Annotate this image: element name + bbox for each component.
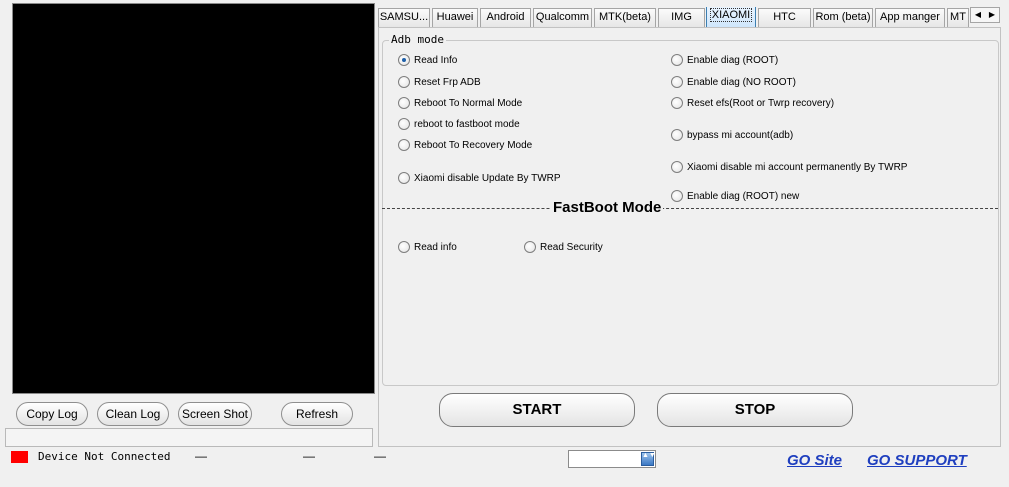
tab-app-manager[interactable]: App manger	[875, 8, 945, 27]
radio-enable-diag-root-new[interactable]: Enable diag (ROOT) new	[671, 189, 799, 203]
radio-enable-diag-no-root[interactable]: Enable diag (NO ROOT)	[671, 75, 796, 89]
tab-xiaomi[interactable]: XIAOMI	[706, 7, 756, 27]
radio-icon	[671, 190, 683, 202]
radio-icon	[671, 54, 683, 66]
radio-icon	[671, 97, 683, 109]
connection-status-led	[11, 451, 28, 463]
radio-icon	[671, 76, 683, 88]
port-select[interactable]: ▲▼	[568, 450, 656, 468]
screen-shot-button[interactable]: Screen Shot	[178, 402, 252, 426]
radio-disable-mi-account-twrp[interactable]: Xiaomi disable mi account permanently By…	[671, 160, 907, 174]
radio-icon	[398, 241, 410, 253]
clean-log-button[interactable]: Clean Log	[97, 402, 169, 426]
start-button[interactable]: START	[439, 393, 635, 427]
radio-reboot-recovery[interactable]: Reboot To Recovery Mode	[398, 138, 532, 152]
radio-fastboot-read-security[interactable]: Read Security	[524, 240, 603, 254]
status-separator: —	[195, 449, 207, 463]
tab-mtk[interactable]: MTK(beta)	[594, 8, 656, 27]
adb-mode-legend: Adb mode	[389, 33, 446, 46]
radio-icon	[671, 129, 683, 141]
go-site-link[interactable]: GO Site	[787, 452, 842, 469]
spinner-arrows-icon[interactable]: ▲▼	[641, 452, 656, 466]
radio-icon	[398, 118, 410, 130]
radio-enable-diag-root[interactable]: Enable diag (ROOT)	[671, 53, 778, 67]
radio-read-info[interactable]: Read Info	[398, 53, 457, 67]
log-output-area[interactable]	[12, 3, 375, 394]
copy-log-button[interactable]: Copy Log	[16, 402, 88, 426]
stop-button[interactable]: STOP	[657, 393, 853, 427]
tab-scroll-buttons[interactable]: ◀ ▶	[970, 7, 1000, 23]
radio-fastboot-read-info[interactable]: Read info	[398, 240, 457, 254]
go-support-link[interactable]: GO SUPPORT	[867, 452, 967, 469]
radio-icon	[398, 97, 410, 109]
radio-icon	[398, 76, 410, 88]
status-field	[5, 428, 373, 447]
status-separator: —	[303, 449, 315, 463]
radio-icon	[398, 139, 410, 151]
radio-disable-update-twrp[interactable]: Xiaomi disable Update By TWRP	[398, 171, 561, 185]
tab-qualcomm[interactable]: Qualcomm	[533, 8, 592, 27]
radio-reboot-fastboot[interactable]: reboot to fastboot mode	[398, 117, 520, 131]
fastboot-mode-title: FastBoot Mode	[551, 199, 664, 216]
tab-htc[interactable]: HTC	[758, 8, 811, 27]
tab-android[interactable]: Android	[480, 8, 531, 27]
refresh-button[interactable]: Refresh	[281, 402, 353, 426]
chevron-right-icon[interactable]: ▶	[985, 8, 999, 22]
radio-icon	[398, 172, 410, 184]
radio-reset-frp-adb[interactable]: Reset Frp ADB	[398, 75, 481, 89]
tab-img[interactable]: IMG	[658, 8, 705, 27]
brand-tab-strip: SAMSU... Huawei Android Qualcomm MTK(bet…	[378, 7, 1000, 27]
tab-huawei[interactable]: Huawei	[432, 8, 478, 27]
connection-status-text: Device Not Connected	[38, 450, 171, 463]
radio-bypass-mi-account[interactable]: bypass mi account(adb)	[671, 128, 793, 142]
fastboot-divider	[382, 208, 998, 209]
radio-reset-efs[interactable]: Reset efs(Root or Twrp recovery)	[671, 96, 834, 110]
radio-icon	[524, 241, 536, 253]
radio-icon	[671, 161, 683, 173]
chevron-left-icon[interactable]: ◀	[971, 8, 985, 22]
tab-samsung[interactable]: SAMSU...	[378, 8, 430, 27]
status-separator: —	[374, 449, 386, 463]
radio-checked-icon	[398, 54, 410, 66]
tab-mt[interactable]: MT	[947, 8, 969, 27]
adb-mode-group	[382, 40, 999, 386]
radio-reboot-normal[interactable]: Reboot To Normal Mode	[398, 96, 522, 110]
tab-rom[interactable]: Rom (beta)	[813, 8, 873, 27]
